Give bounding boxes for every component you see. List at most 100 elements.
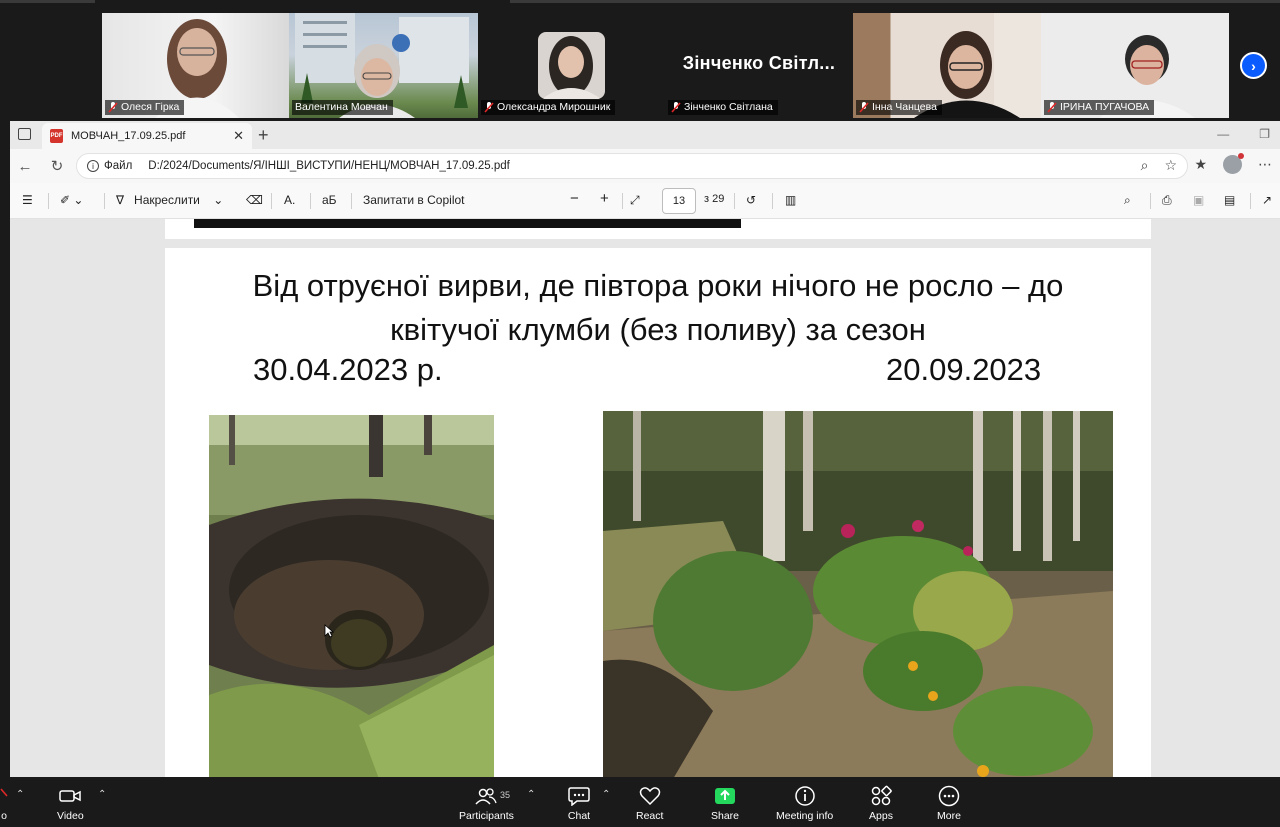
pdf-toolbar: ☰ ✐ ⌄ ∇ Накреслити ⌄ ⌫ A. aБ Запитати в … <box>10 183 1280 219</box>
video-button[interactable]: Video <box>57 785 84 822</box>
chat-bubble-icon <box>567 785 591 807</box>
draw-tool[interactable]: ∇ Накреслити ⌄ <box>116 193 223 207</box>
zoom-in-icon[interactable]: + <box>600 190 609 207</box>
divider <box>734 193 735 209</box>
apps-label: Apps <box>869 810 893 822</box>
participant-name: Інна Чанцева <box>872 101 937 113</box>
translate-icon[interactable]: aБ <box>322 193 337 207</box>
maximize-icon[interactable]: ❐ <box>1259 127 1270 141</box>
back-arrow-icon[interactable]: ← <box>12 158 38 175</box>
divider <box>351 193 352 209</box>
participant-name-tag: Валентина Мовчан <box>292 100 393 115</box>
previous-page <box>165 219 1151 239</box>
slide-title-line-1: Від отруєної вирви, де півтора роки нічо… <box>252 268 1064 303</box>
divider <box>1250 193 1251 209</box>
video-options-caret-icon[interactable]: ⌃ <box>98 789 106 800</box>
participants-count: 35 <box>500 790 511 800</box>
participant-name: ІРИНА ПУГАЧОВА <box>1060 101 1150 113</box>
eraser-icon[interactable]: ⌫ <box>246 193 263 207</box>
participant-tile-active-speaker[interactable]: Валентина Мовчан <box>289 13 478 118</box>
flowerbed-photo <box>603 411 1113 777</box>
favorites-icon[interactable]: ★ <box>1194 156 1207 173</box>
info-icon[interactable]: i <box>87 160 99 172</box>
save-as-icon[interactable]: ▤ <box>1224 193 1235 207</box>
more-dots-icon[interactable]: ⋯ <box>1258 156 1272 173</box>
participant-tile[interactable]: Олександра Мирошник <box>478 13 665 118</box>
fit-page-icon[interactable]: ⤢ <box>630 193 640 208</box>
pdf-viewer[interactable]: Від отруєної вирви, де півтора роки нічо… <box>10 219 1280 777</box>
meeting-info-button[interactable]: Meeting info <box>776 785 833 822</box>
rotate-icon[interactable]: ↺ <box>746 193 756 207</box>
participant-tile[interactable]: ІРИНА ПУГАЧОВА <box>1041 13 1229 118</box>
heart-icon <box>638 785 662 807</box>
participants-label: Participants <box>459 810 514 822</box>
react-button[interactable]: React <box>636 785 663 822</box>
photo-before-crater <box>209 415 494 777</box>
page-total: з 29 <box>704 193 725 205</box>
slide-title-line-2: квітучої клумби (без поливу) за сезон <box>390 312 926 347</box>
divider <box>622 193 623 209</box>
participants-options-caret-icon[interactable]: ⌃ <box>527 789 535 800</box>
copilot-label: Запитати в Copilot <box>363 193 465 207</box>
chevron-right-icon: › <box>1251 57 1256 74</box>
participant-tile[interactable]: Інна Чанцева <box>853 13 1041 118</box>
tab-actions-icon[interactable] <box>18 128 31 140</box>
address-bar-row: ← ↻ i Файл D:/2024/Documents/Я/ІНШІ_ВИСТ… <box>10 149 1280 183</box>
refresh-icon[interactable]: ↻ <box>44 157 70 175</box>
tab-pdf[interactable]: PDF МОВЧАН_17.09.25.pdf ✕ <box>42 123 252 149</box>
divider <box>48 193 49 209</box>
zoom-out-icon[interactable]: − <box>570 190 579 207</box>
pdf-file-icon: PDF <box>50 129 63 143</box>
page-number-input[interactable]: 13 <box>662 188 696 214</box>
share-screen-button[interactable]: Share <box>711 785 739 822</box>
audio-button[interactable]: o <box>0 785 8 822</box>
chat-button[interactable]: Chat <box>567 785 591 822</box>
divider <box>310 193 311 209</box>
audio-options-caret-icon[interactable]: ⌃ <box>16 789 24 800</box>
screen: Олеся Гірка Валентина Мовчан Олександра … <box>0 0 1280 827</box>
address-path: D:/2024/Documents/Я/ІНШІ_ВИСТУПИ/НЕНЦ/МО… <box>148 160 510 172</box>
avatar-photo <box>542 36 601 99</box>
chat-options-caret-icon[interactable]: ⌃ <box>602 789 610 800</box>
participants-icon <box>474 785 498 807</box>
minimize-icon[interactable]: — <box>1217 127 1229 141</box>
photo-after-flowerbed <box>603 411 1113 777</box>
crater-photo <box>209 415 494 777</box>
draw-pen-icon: ∇ <box>116 193 125 207</box>
page-view-icon[interactable]: ▥ <box>785 193 796 207</box>
audio-label: o <box>1 810 7 822</box>
close-tab-icon[interactable]: ✕ <box>233 128 244 144</box>
participant-tile[interactable]: Олеся Гірка <box>102 13 289 118</box>
divider <box>772 193 773 209</box>
favorite-star-icon[interactable]: ☆ <box>1164 157 1177 174</box>
participant-name-tag: Зінченко Світлана <box>668 100 778 115</box>
gallery-next-page-button[interactable]: › <box>1240 52 1267 79</box>
zoom-icon[interactable]: ⌕ <box>1141 157 1149 174</box>
participant-name-tag: Олександра Мирошник <box>481 100 616 115</box>
tab-title: МОВЧАН_17.09.25.pdf <box>71 130 186 142</box>
chat-label: Chat <box>567 810 591 822</box>
microphone-icon <box>0 785 8 807</box>
participant-tile[interactable]: Зінченко Світл... Зінченко Світлана <box>665 13 853 118</box>
mic-muted-icon <box>859 102 869 113</box>
contents-list-icon[interactable]: ☰ <box>22 193 33 207</box>
highlight-icon[interactable]: ✐ ⌄ <box>60 193 83 207</box>
apps-button[interactable]: Apps <box>869 785 893 822</box>
print-icon[interactable]: ⎙ <box>1162 193 1172 208</box>
apps-icon <box>869 785 893 807</box>
address-input[interactable]: i Файл D:/2024/Documents/Я/ІНШІ_ВИСТУПИ/… <box>76 153 1188 179</box>
browser-actions: ★ ⋯ <box>1194 153 1272 174</box>
divider <box>1150 193 1151 209</box>
window-controls: — ❐ <box>1217 127 1270 141</box>
new-tab-button[interactable]: + <box>258 125 269 146</box>
read-aloud-icon[interactable]: A. <box>284 193 295 207</box>
save-icon[interactable]: ▣ <box>1193 193 1204 207</box>
participant-name: Валентина Мовчан <box>295 101 388 113</box>
more-button[interactable]: More <box>937 785 961 822</box>
search-icon[interactable]: ⌕ <box>1124 193 1131 208</box>
profile-avatar[interactable] <box>1223 153 1244 174</box>
fullscreen-icon[interactable]: ↗ <box>1262 193 1272 207</box>
ask-copilot-button[interactable]: Запитати в Copilot <box>363 193 465 207</box>
more-dots-icon <box>937 785 961 807</box>
react-label: React <box>636 810 664 822</box>
